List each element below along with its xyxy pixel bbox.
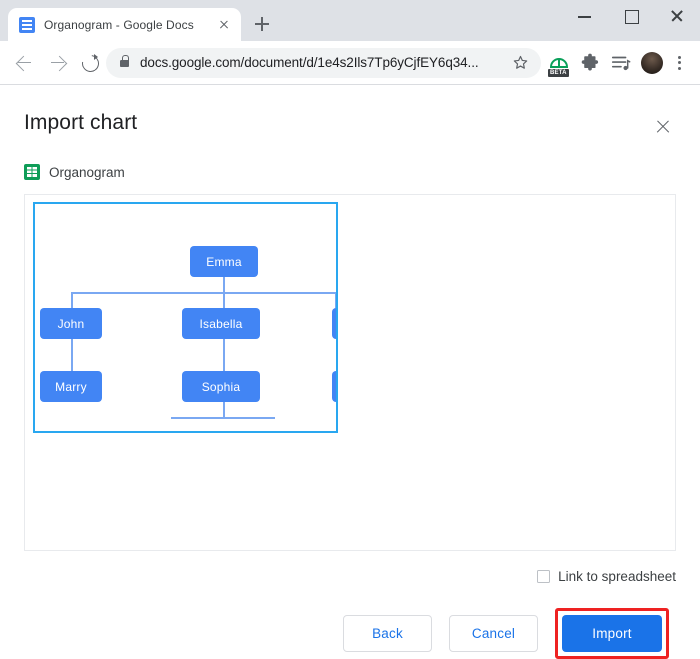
docs-icon bbox=[19, 16, 35, 33]
kebab-menu-icon[interactable] bbox=[667, 50, 691, 76]
link-to-spreadsheet-row[interactable]: Link to spreadsheet bbox=[24, 569, 676, 584]
org-node-clipped-right-2[interactable] bbox=[332, 371, 336, 402]
org-node-john[interactable]: John bbox=[40, 308, 102, 339]
playlist-icon[interactable] bbox=[608, 50, 634, 76]
import-button[interactable]: Import bbox=[562, 615, 662, 652]
reload-icon[interactable] bbox=[81, 53, 99, 72]
tab-title: Organogram - Google Docs bbox=[44, 17, 194, 32]
connector-bus-john bbox=[71, 292, 73, 308]
back-button[interactable]: Back bbox=[343, 615, 432, 652]
import-button-annotation: Import bbox=[555, 608, 669, 659]
browser-toolbar: docs.google.com/document/d/1e4s2Ils7Tp6y… bbox=[0, 41, 700, 85]
beta-badge: BETA bbox=[548, 68, 569, 77]
org-node-clipped-right-1[interactable] bbox=[332, 308, 336, 339]
back-arrow-icon[interactable] bbox=[9, 48, 39, 78]
connector-john-marry bbox=[71, 339, 73, 371]
google-sheets-icon bbox=[24, 164, 40, 180]
tab-close-icon[interactable] bbox=[215, 16, 233, 34]
maximize-button[interactable] bbox=[608, 0, 654, 32]
star-icon[interactable] bbox=[512, 54, 529, 71]
browser-tab[interactable]: Organogram - Google Docs bbox=[8, 8, 241, 41]
org-node-sophia[interactable]: Sophia bbox=[182, 371, 260, 402]
minimize-button[interactable] bbox=[562, 0, 608, 32]
source-file-row: Organogram bbox=[24, 164, 676, 180]
url-text: docs.google.com/document/d/1e4s2Ils7Tp6y… bbox=[140, 55, 479, 70]
browser-window: Organogram - Google Docs docs.google.com… bbox=[0, 0, 700, 659]
lock-icon bbox=[120, 55, 130, 67]
org-node-emma[interactable]: Emma bbox=[190, 246, 258, 277]
page-title: Import chart bbox=[24, 111, 138, 134]
connector-sophia-down bbox=[223, 402, 225, 418]
window-close-button[interactable] bbox=[654, 0, 700, 32]
organization-chart[interactable]: Emma John Isabella Marry Sophia bbox=[33, 202, 338, 433]
org-node-isabella[interactable]: Isabella bbox=[182, 308, 260, 339]
new-tab-button[interactable] bbox=[248, 10, 276, 38]
window-controls bbox=[562, 0, 700, 32]
tab-strip: Organogram - Google Docs bbox=[0, 0, 276, 41]
browser-titlebar: Organogram - Google Docs bbox=[0, 0, 700, 41]
connector-bus-isabella bbox=[223, 292, 225, 308]
cancel-button[interactable]: Cancel bbox=[449, 615, 538, 652]
dialog-button-row: Back Cancel Import bbox=[24, 608, 676, 659]
connector-emma-bus bbox=[223, 277, 225, 292]
profile-avatar[interactable] bbox=[641, 51, 663, 74]
puzzle-piece-icon[interactable] bbox=[577, 50, 603, 76]
connector-isabella-sophia bbox=[223, 339, 225, 371]
dialog-close-icon[interactable] bbox=[650, 114, 676, 140]
address-bar[interactable]: docs.google.com/document/d/1e4s2Ils7Tp6y… bbox=[106, 47, 541, 78]
connector-level3-bus bbox=[171, 417, 275, 419]
beta-extension-icon[interactable]: BETA bbox=[546, 50, 572, 77]
org-node-marry[interactable]: Marry bbox=[40, 371, 102, 402]
link-to-spreadsheet-label: Link to spreadsheet bbox=[558, 569, 676, 584]
connector-level1-bus bbox=[71, 292, 336, 294]
dialog-header: Import chart bbox=[24, 85, 676, 140]
chart-preview-panel: Emma John Isabella Marry Sophia bbox=[24, 194, 676, 551]
forward-arrow-icon[interactable] bbox=[43, 48, 73, 78]
connector-bus-node3 bbox=[335, 292, 336, 308]
import-chart-dialog: Import chart Organogram Emma John Isabel… bbox=[0, 85, 700, 659]
source-file-name: Organogram bbox=[49, 164, 125, 180]
link-to-spreadsheet-checkbox[interactable] bbox=[537, 570, 551, 583]
